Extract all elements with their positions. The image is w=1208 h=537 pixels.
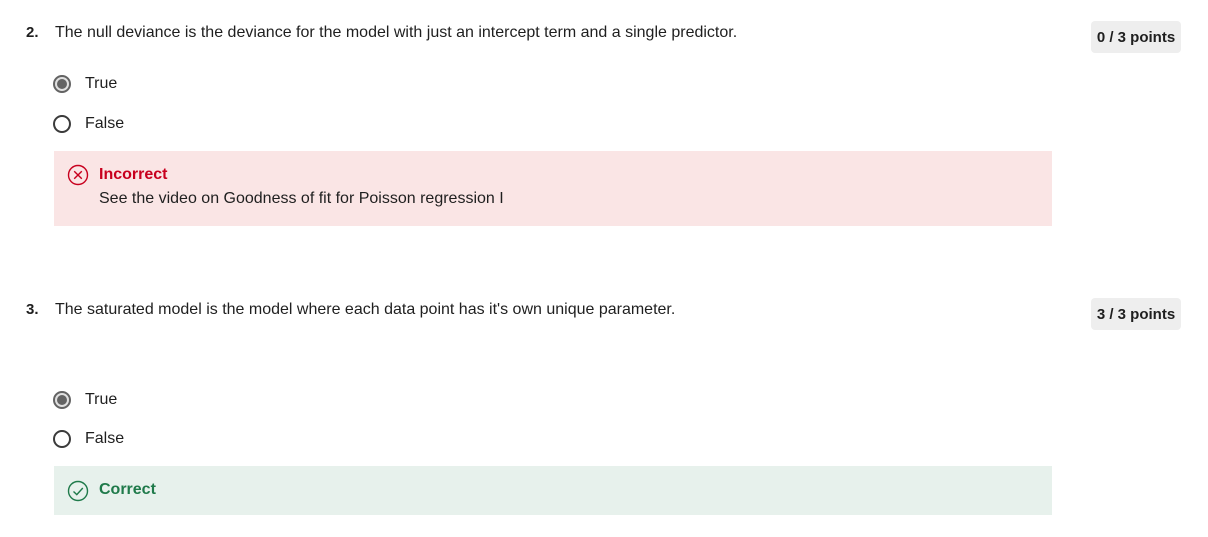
feedback-detail: See the video on Goodness of fit for Poi… bbox=[99, 190, 504, 207]
radio-button-selected[interactable] bbox=[53, 75, 71, 93]
radio-button[interactable] bbox=[53, 115, 71, 133]
option-label: False bbox=[85, 430, 125, 447]
question-number: 2. bbox=[26, 24, 39, 41]
points-badge: 3 / 3 points bbox=[1091, 298, 1181, 330]
option-label: True bbox=[85, 391, 118, 408]
check-circle-icon bbox=[67, 480, 89, 502]
option-false[interactable]: False bbox=[53, 113, 124, 135]
question-text: The null deviance is the deviance for th… bbox=[55, 24, 738, 41]
radio-button-selected[interactable] bbox=[53, 391, 71, 409]
option-true[interactable]: True bbox=[53, 389, 117, 411]
points-badge: 0 / 3 points bbox=[1091, 21, 1181, 53]
option-false[interactable]: False bbox=[53, 428, 124, 450]
feedback-status: Correct bbox=[99, 481, 156, 498]
radio-button[interactable] bbox=[53, 430, 71, 448]
option-label: False bbox=[85, 115, 125, 132]
feedback-correct: Correct bbox=[54, 466, 1052, 515]
x-circle-icon bbox=[67, 164, 89, 186]
option-label: True bbox=[85, 75, 118, 92]
question-number: 3. bbox=[26, 301, 39, 318]
option-true[interactable]: True bbox=[53, 73, 117, 95]
feedback-incorrect: Incorrect See the video on Goodness of f… bbox=[54, 151, 1052, 226]
question-text: The saturated model is the model where e… bbox=[55, 301, 676, 318]
question-2: 2. The null deviance is the deviance for… bbox=[0, 0, 1208, 240]
feedback-status: Incorrect bbox=[99, 166, 168, 183]
question-3: 3. The saturated model is the model wher… bbox=[0, 280, 1208, 537]
